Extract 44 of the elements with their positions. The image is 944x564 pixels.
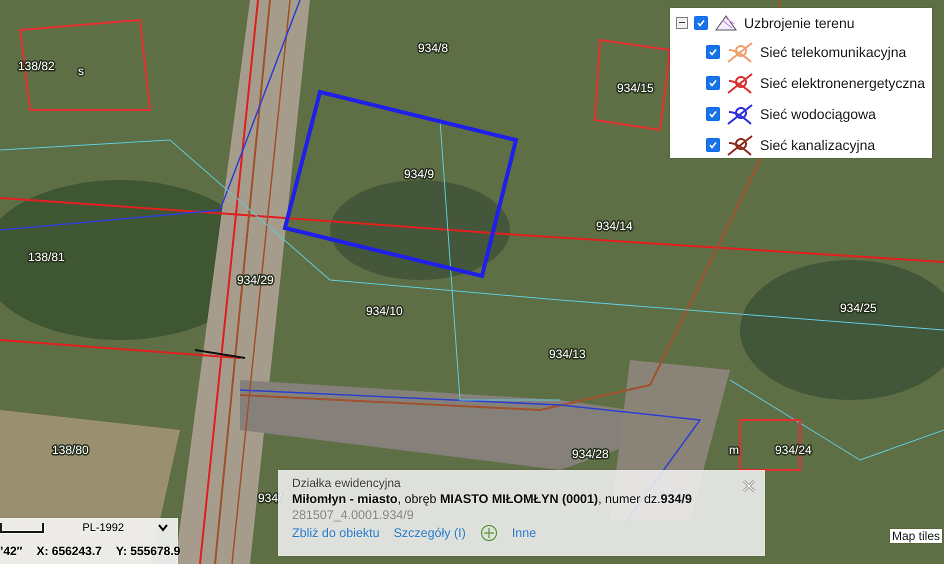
crs-dropdown[interactable]: PL-1992 — [78, 522, 172, 534]
popup-link[interactable]: Szczegóły (I) — [394, 526, 466, 540]
checkmark-icon — [708, 78, 718, 88]
collapse-icon[interactable] — [676, 17, 688, 29]
layer-group-icon — [714, 14, 738, 32]
layer-label: Sieć telekomunikacyjna — [760, 44, 906, 60]
layer-checkbox[interactable] — [706, 76, 720, 90]
parcel-label: 934/13 — [549, 347, 586, 361]
chevron-down-icon — [158, 524, 168, 532]
coordinate-text: ’42″ — [0, 544, 22, 558]
checkmark-icon — [708, 108, 718, 118]
layer-checkbox[interactable] — [706, 106, 720, 120]
popup-title: Działka ewidencyjna — [292, 476, 402, 490]
parcel-label: 934/15 — [617, 81, 654, 95]
layer-label: Sieć kanalizacyjna — [760, 136, 876, 152]
coordinate-x: X: 656243.7 — [36, 544, 102, 558]
parcel-label: 934/14 — [596, 219, 633, 233]
checkmark-icon — [708, 140, 718, 150]
layer-checkbox[interactable] — [706, 138, 720, 152]
layer-checkbox[interactable] — [706, 44, 720, 58]
parcel-label: 934/25 — [840, 301, 877, 315]
scale-bar-icon — [0, 523, 44, 533]
plus-icon[interactable] — [480, 524, 498, 542]
layer-group-label: Uzbrojenie terenu — [744, 15, 855, 31]
parcel-label: 934/28 — [572, 447, 609, 461]
checkmark-icon — [708, 46, 718, 56]
parcel-label: 934/9 — [404, 167, 434, 181]
checkmark-icon — [696, 18, 706, 28]
parcel-label: 138/81 — [28, 250, 65, 264]
parcel-label: m — [729, 443, 739, 457]
parcel-label: 934/8 — [418, 41, 448, 55]
parcel-label: 934/10 — [366, 304, 403, 318]
popup-link[interactable]: Inne — [512, 526, 536, 540]
close-icon[interactable] — [741, 478, 757, 494]
parcel-description: Miłomłyn - miasto, obręb MIASTO MIŁOMŁYN (0001), numer dz.934/9 — [292, 492, 693, 506]
layer-checkbox[interactable] — [694, 16, 708, 30]
attribution-text: Map tiles — [890, 529, 942, 543]
coordinate-y: Y: 555678.9 — [116, 544, 180, 558]
parcel-label: s — [78, 64, 84, 78]
parcel-identifier: 281507_4.0001.934/9 — [292, 508, 415, 522]
parcel-label: 138/80 — [52, 443, 89, 457]
popup-link[interactable]: Zbliż do obiektu — [292, 526, 380, 540]
layer-label: Sieć elektronenergetyczna — [760, 74, 925, 90]
layer-label: Sieć wodociągowa — [760, 106, 876, 122]
